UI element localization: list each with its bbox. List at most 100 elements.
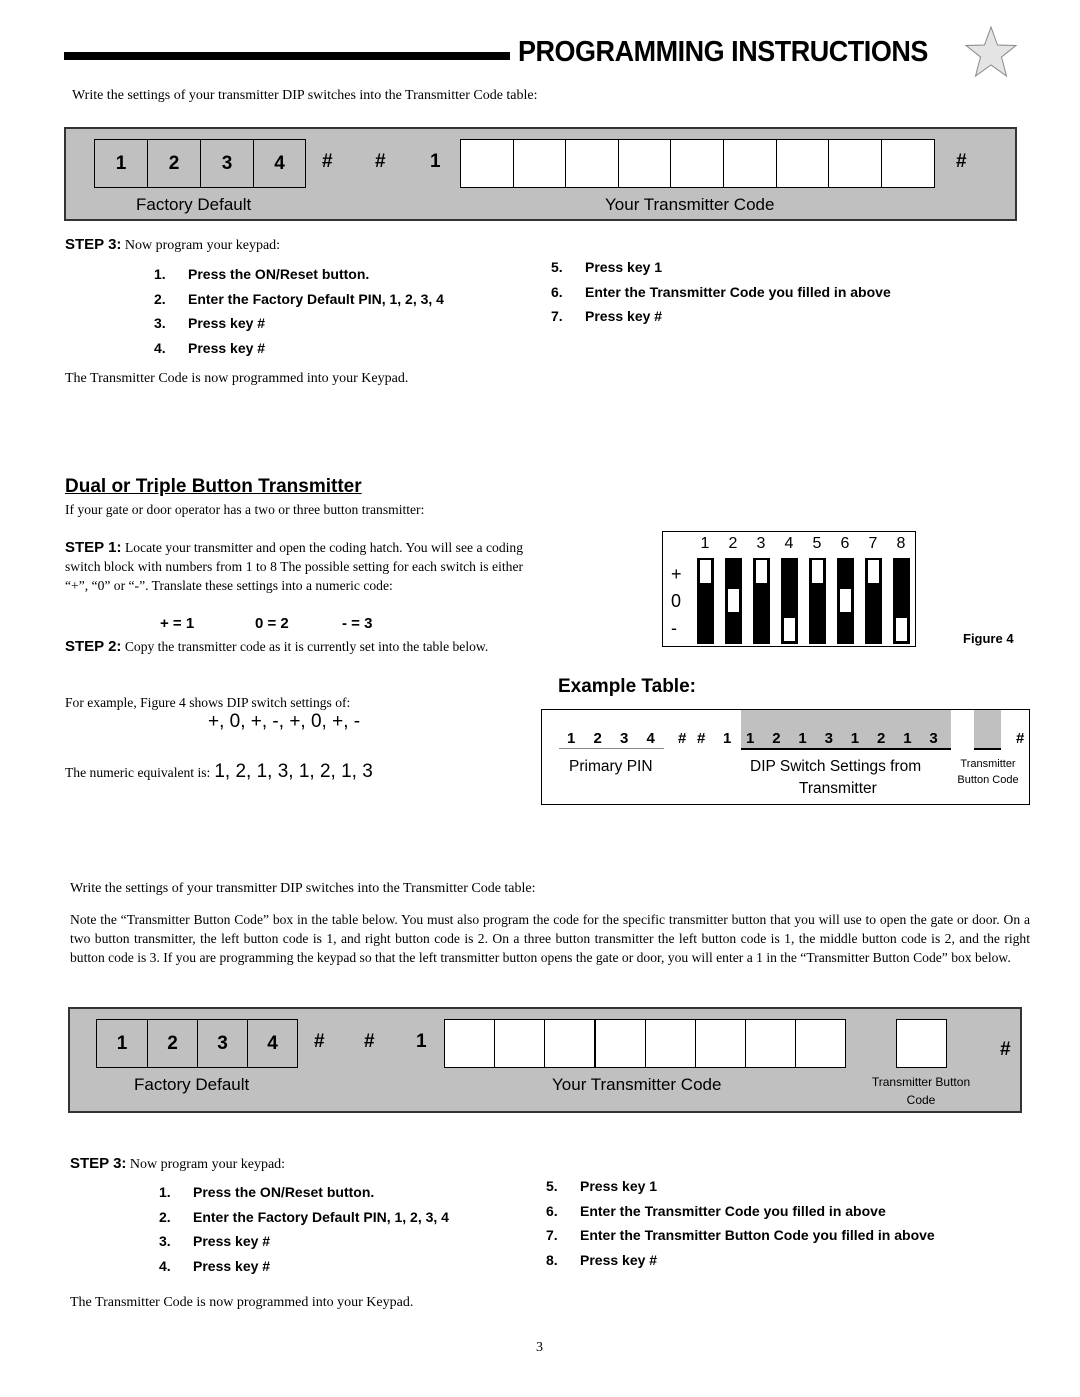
transmitter-code-input[interactable] bbox=[544, 1019, 596, 1068]
list-item: 7. Press key # bbox=[551, 308, 663, 324]
transmitter-code-input[interactable] bbox=[695, 1019, 746, 1068]
step3-heading: STEP 3: Now program your keypad: bbox=[65, 236, 280, 254]
step3-list-left: 1. Press the ON/Reset button. 2. Enter the… bbox=[154, 266, 444, 364]
list-item: 2. Enter the Factory Default PIN, 1, 2, 3… bbox=[159, 1208, 449, 1225]
example-settings: +, 0, +, -, +, 0, +, - bbox=[208, 711, 361, 732]
pin-digit: 1 bbox=[567, 730, 576, 747]
dip-switch-knob bbox=[895, 617, 908, 642]
button-code-input[interactable] bbox=[896, 1019, 947, 1068]
factory-default-label: Factory Default bbox=[136, 195, 252, 214]
list-item: 1. Press the ON/Reset button. bbox=[159, 1184, 375, 1200]
transmitter-code-table-2: 1 2 3 4 # # 1 # Factory Default Your Tra… bbox=[68, 1007, 1022, 1113]
transmitter-code-input[interactable] bbox=[565, 139, 620, 188]
dip-switch-knob bbox=[727, 588, 740, 613]
list-item: 1. Press the ON/Reset button. bbox=[154, 266, 370, 282]
dip-switch bbox=[781, 558, 798, 644]
end-hash-symbol: # bbox=[1000, 1039, 1011, 1060]
ex-hash: # bbox=[678, 730, 687, 747]
list-item: 5. Press key 1 bbox=[546, 1178, 658, 1194]
row-label-minus: - bbox=[671, 618, 677, 638]
step3-text: Now program your keypad: bbox=[124, 238, 281, 253]
transmitter-code-input[interactable] bbox=[670, 139, 725, 188]
list-item: 7. Enter the Transmitter Button Code you … bbox=[546, 1227, 935, 1243]
numeric-value: 1, 2, 1, 3, 1, 2, 1, 3 bbox=[214, 761, 373, 782]
star-icon bbox=[964, 26, 1018, 78]
step3-text: Now program your keypad: bbox=[129, 1157, 286, 1172]
transmitter-code-input[interactable] bbox=[460, 139, 514, 188]
step3-list-left-2: 1. Press the ON/Reset button. 2. Enter the… bbox=[159, 1184, 449, 1282]
hash-symbol: # bbox=[364, 1031, 375, 1052]
dip-switch bbox=[697, 558, 714, 644]
transmitter-code-input[interactable] bbox=[512, 139, 567, 188]
button-code-box bbox=[974, 748, 1001, 750]
dual-intro: If your gate or door operator has a two … bbox=[65, 502, 425, 517]
list-item: 3. Press key # bbox=[159, 1233, 271, 1249]
transmitter-code-input[interactable] bbox=[795, 1019, 847, 1068]
section1-intro: Write the settings of your transmitter D… bbox=[72, 88, 538, 103]
step3-footer: The Transmitter Code is now programmed i… bbox=[65, 371, 409, 386]
transmitter-code-input[interactable] bbox=[745, 1019, 797, 1068]
example-table-title: Example Table: bbox=[558, 676, 696, 697]
dip-digit: 2 bbox=[877, 730, 886, 747]
dip-switch bbox=[753, 558, 770, 644]
transmitter-code-input[interactable] bbox=[723, 139, 777, 188]
one-symbol: 1 bbox=[430, 151, 441, 172]
transmitter-code-input[interactable] bbox=[444, 1019, 495, 1068]
factory-digit-box: 2 bbox=[147, 1019, 198, 1068]
transmitter-code-table: 1 2 3 4 # # 1 # Factory Default Your Tra… bbox=[64, 127, 1017, 221]
dip-switch bbox=[837, 558, 854, 644]
factory-digit-box: 1 bbox=[96, 1019, 148, 1068]
factory-digit-box: 3 bbox=[197, 1019, 248, 1068]
dip-digit: 1 bbox=[746, 730, 755, 747]
factory-digit-box: 4 bbox=[253, 139, 306, 188]
transmitter-code-input[interactable] bbox=[880, 139, 935, 188]
transmitter-code-input[interactable] bbox=[494, 1019, 546, 1068]
list-item: 2. Enter the Factory Default PIN, 1, 2, 3… bbox=[154, 290, 444, 307]
section2-intro: Write the settings of your transmitter D… bbox=[70, 881, 536, 896]
primary-pin-label: Primary PIN bbox=[569, 758, 653, 775]
ex-end-hash: # bbox=[1016, 730, 1025, 747]
hash-symbol: # bbox=[322, 151, 333, 172]
dip-switch bbox=[809, 558, 826, 644]
dip-switch-knob bbox=[699, 559, 712, 584]
transmitter-code-input[interactable] bbox=[828, 139, 883, 188]
list-item: 6. Enter the Transmitter Code you filled … bbox=[551, 283, 891, 300]
switch-number: 1 bbox=[700, 535, 710, 552]
row-label-plus: + bbox=[671, 564, 682, 584]
ex-hash: # bbox=[697, 730, 706, 747]
dip-switch-figure: 1 2 3 4 5 6 7 8 + 0 - bbox=[662, 531, 916, 647]
mapping-zero: 0 = 2 bbox=[255, 615, 289, 632]
list-item: 3. Press key # bbox=[154, 315, 266, 331]
example-intro: For example, Figure 4 shows DIP switch s… bbox=[65, 695, 351, 710]
step3-label: STEP 3: bbox=[65, 236, 122, 253]
pin-digit: 2 bbox=[593, 730, 602, 747]
example-table: 1234 # # 1 12131213 # Primary PIN DIP Sw… bbox=[541, 709, 1030, 805]
button-code-label: Transmitter Button Code bbox=[957, 758, 1019, 786]
dip-underline bbox=[741, 748, 951, 750]
list-item: 6. Enter the Transmitter Code you filled … bbox=[546, 1202, 886, 1219]
switch-number: 7 bbox=[868, 535, 878, 552]
transmitter-code-label: Your Transmitter Code bbox=[605, 195, 775, 214]
mapping-plus: + = 1 bbox=[160, 615, 195, 632]
one-symbol: 1 bbox=[416, 1031, 427, 1052]
step1-label: STEP 1: bbox=[65, 539, 122, 556]
dip-digit: 3 bbox=[824, 730, 833, 747]
factory-digit-box: 3 bbox=[200, 139, 254, 188]
transmitter-code-input[interactable] bbox=[617, 139, 672, 188]
numeric-equivalent: The numeric equivalent is: 1, 2, 1, 3, 1… bbox=[65, 761, 373, 782]
step3-list-right-2: 5. Press key 1 6. Enter the Transmitter Co… bbox=[546, 1178, 935, 1276]
list-item: 8. Press key # bbox=[546, 1251, 658, 1268]
dual-heading: Dual or Triple Button Transmitter bbox=[65, 476, 362, 497]
hash-symbol: # bbox=[314, 1031, 325, 1052]
figure-caption: Figure 4 bbox=[963, 631, 1014, 646]
hash-symbol: # bbox=[375, 151, 386, 172]
transmitter-code-input[interactable] bbox=[594, 1019, 646, 1068]
pin-digit: 3 bbox=[620, 730, 629, 747]
ex-one: 1 bbox=[723, 730, 732, 747]
transmitter-code-label: Your Transmitter Code bbox=[552, 1075, 722, 1094]
section2-note: Note the “Transmitter Button Code” box i… bbox=[70, 912, 1030, 965]
list-item: 4. Press key # bbox=[154, 339, 266, 356]
header-rule bbox=[64, 52, 510, 60]
transmitter-code-input[interactable] bbox=[775, 139, 830, 188]
transmitter-code-input[interactable] bbox=[644, 1019, 696, 1068]
